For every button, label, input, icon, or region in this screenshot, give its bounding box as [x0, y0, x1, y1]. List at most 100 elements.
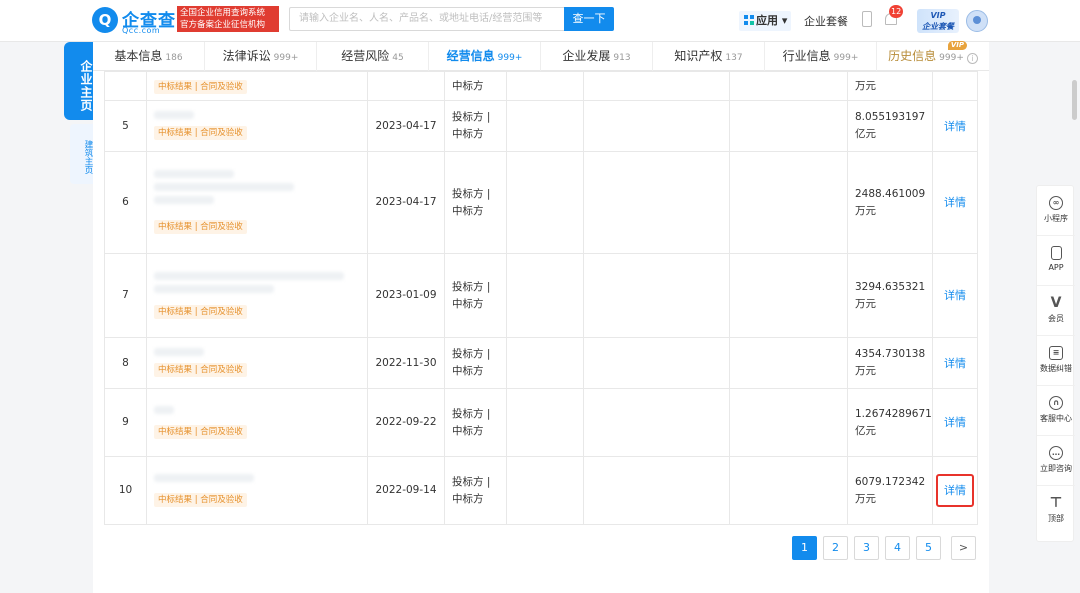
edit-icon: ≡ [1049, 346, 1063, 360]
detail-link[interactable]: 详情 [938, 351, 972, 376]
content-panel: 基本信息 186 法律诉讼 999+ 经营风险 45 经营信息 999+ 企业发展 913… [93, 41, 989, 593]
float-service-center[interactable]: ∩ 客服中心 [1037, 386, 1075, 436]
row-index: 8 [104, 337, 147, 389]
role-cell: 投标方 | 中标方 [444, 253, 507, 338]
amount-cell: 3294.635321 万元 [847, 253, 933, 338]
vip-line-1: VIP [930, 11, 946, 20]
project-cell: 中标结果 | 合同及验收 [146, 100, 368, 152]
table-row: 中标结果 | 合同及验收 中标方 万元 [104, 71, 978, 101]
page-1[interactable]: 1 [792, 536, 817, 560]
float-data-correction[interactable]: ≡ 数据纠错 [1037, 336, 1075, 386]
project-cell: 中标结果 | 合同及验收 [146, 71, 368, 101]
section-tabs: 基本信息 186 法律诉讼 999+ 经营风险 45 经营信息 999+ 企业发展 913… [93, 41, 989, 71]
project-cell: 中标结果 | 合同及验收 [146, 337, 368, 389]
tab-risk[interactable]: 经营风险 45 [317, 42, 429, 71]
role-cell: 投标方 | 中标方 [444, 100, 507, 152]
vip-tag: VIP [947, 41, 967, 50]
headset-icon: ∩ [1049, 396, 1063, 410]
app-grid-icon [744, 15, 754, 25]
page-3[interactable]: 3 [854, 536, 879, 560]
date-cell: 2022-09-22 [367, 388, 445, 457]
info-icon[interactable]: i [966, 53, 978, 64]
project-tag: 中标结果 | 合同及验收 [154, 492, 247, 507]
app-menu-label: 应用 [756, 14, 778, 27]
next-page-button[interactable]: > [951, 536, 976, 560]
logo-icon: Q [92, 7, 118, 33]
tab-history[interactable]: 历史信息 999+ i VIP [877, 41, 989, 71]
mobile-icon[interactable] [862, 11, 872, 27]
slogan-badge: 全国企业信用查询系统 官方备案企业征信机构 [177, 6, 279, 32]
table-row: 6 中标结果 | 合同及验收 2023-04-17 投标方 | 中标方 2488.… [104, 151, 978, 254]
tab-development[interactable]: 企业发展 913 [541, 42, 653, 71]
float-vip[interactable]: V 会员 [1037, 286, 1075, 336]
row-index: 9 [104, 388, 147, 457]
vip-icon: V [1050, 295, 1062, 311]
detail-link[interactable]: 详情 [938, 190, 972, 215]
mini-program-icon: ∞ [1049, 196, 1063, 210]
notification-badge: 12 [889, 5, 904, 18]
project-tag: 中标结果 | 合同及验收 [154, 363, 247, 377]
enterprise-package-link[interactable]: 企业套餐 [804, 13, 848, 29]
pagination: 1 2 3 4 5 > [792, 536, 977, 560]
search-input[interactable]: 请输入企业名、人名、产品名、或地址电话/经营范围等 [289, 7, 565, 31]
page-2[interactable]: 2 [823, 536, 848, 560]
date-cell: 2023-01-09 [367, 253, 445, 338]
right-float-toolbar: ∞ 小程序 APP V 会员 ≡ 数据纠错 ∩ 客服中心 … 立即咨询 ⊤ 顶部 [1036, 185, 1075, 542]
app-menu-button[interactable]: 应用 ▾ [739, 11, 791, 31]
tab-industry[interactable]: 行业信息 999+ [765, 42, 877, 71]
amount-cell: 2488.461009 万元 [847, 151, 933, 254]
amount-cell: 4354.730138 万元 [847, 337, 933, 389]
vip-package-badge[interactable]: VIP 企业套餐 [917, 9, 959, 33]
project-tag: 中标结果 | 合同及验收 [154, 424, 247, 439]
project-tag: 中标结果 | 合同及验收 [154, 126, 247, 140]
tab-legal[interactable]: 法律诉讼 999+ [205, 42, 317, 71]
float-mini-program[interactable]: ∞ 小程序 [1037, 186, 1075, 236]
amount-cell: 8.055193197 亿元 [847, 100, 933, 152]
row-index: 10 [104, 456, 147, 525]
phone-icon [1050, 246, 1062, 260]
date-cell: 2022-11-30 [367, 337, 445, 389]
date-cell [367, 71, 445, 101]
detail-link[interactable]: 详情 [938, 283, 972, 308]
project-cell: 中标结果 | 合同及验收 [146, 151, 368, 254]
slogan-line-2: 官方备案企业征信机构 [180, 20, 266, 30]
table-row: 8 中标结果 | 合同及验收 2022-11-30 投标方 | 中标方 4354.… [104, 337, 978, 389]
role-cell: 投标方 | 中标方 [444, 456, 507, 525]
slogan-line-1: 全国企业信用查询系统 [180, 8, 266, 18]
project-cell: 中标结果 | 合同及验收 [146, 388, 368, 457]
tab-basic-info[interactable]: 基本信息 186 [93, 42, 205, 71]
table-row: 5 中标结果 | 合同及验收 2023-04-17 投标方 | 中标方 8.055… [104, 100, 978, 152]
project-tag: 中标结果 | 合同及验收 [154, 79, 247, 94]
role-cell: 中标方 [444, 71, 507, 101]
float-app[interactable]: APP [1037, 236, 1075, 286]
date-cell: 2022-09-14 [367, 456, 445, 525]
project-cell: 中标结果 | 合同及验收 [146, 456, 368, 525]
page-scrollbar[interactable] [1072, 80, 1077, 120]
search-button[interactable]: 查一下 [564, 7, 614, 31]
detail-link-highlighted[interactable]: 详情 [936, 474, 974, 507]
role-cell: 投标方 | 中标方 [444, 388, 507, 457]
user-avatar[interactable] [966, 10, 988, 32]
role-cell: 投标方 | 中标方 [444, 151, 507, 254]
float-consult[interactable]: … 立即咨询 [1037, 436, 1075, 486]
chat-icon: … [1049, 446, 1063, 460]
page-4[interactable]: 4 [885, 536, 910, 560]
page-5[interactable]: 5 [916, 536, 941, 560]
detail-link[interactable]: 详情 [938, 114, 972, 139]
detail-link[interactable]: 详情 [938, 410, 972, 435]
table-row: 9 中标结果 | 合同及验收 2022-09-22 投标方 | 中标方 1.267… [104, 388, 978, 457]
amount-cell: 万元 [847, 71, 933, 101]
date-cell: 2023-04-17 [367, 151, 445, 254]
side-tab-construction-home[interactable]: 建筑主页 [70, 124, 93, 184]
row-index: 5 [104, 100, 147, 152]
side-tab-company-home[interactable]: 企业主页 [64, 42, 93, 120]
table-row: 10 中标结果 | 合同及验收 2022-09-14 投标方 | 中标方 6079… [104, 456, 978, 525]
tab-business-info[interactable]: 经营信息 999+ [429, 42, 541, 71]
float-back-to-top[interactable]: ⊤ 顶部 [1037, 486, 1075, 536]
top-header: Q 企查查 Qcc.com 全国企业信用查询系统 官方备案企业征信机构 请输入企… [0, 0, 1080, 42]
row-index [104, 71, 147, 101]
table-row: 7 中标结果 | 合同及验收 2023-01-09 投标方 | 中标方 3294.… [104, 253, 978, 338]
project-tag: 中标结果 | 合同及验收 [154, 304, 247, 319]
qcc-logo[interactable]: Q 企查查 Qcc.com [92, 6, 176, 36]
tab-ip[interactable]: 知识产权 137 [653, 42, 765, 71]
